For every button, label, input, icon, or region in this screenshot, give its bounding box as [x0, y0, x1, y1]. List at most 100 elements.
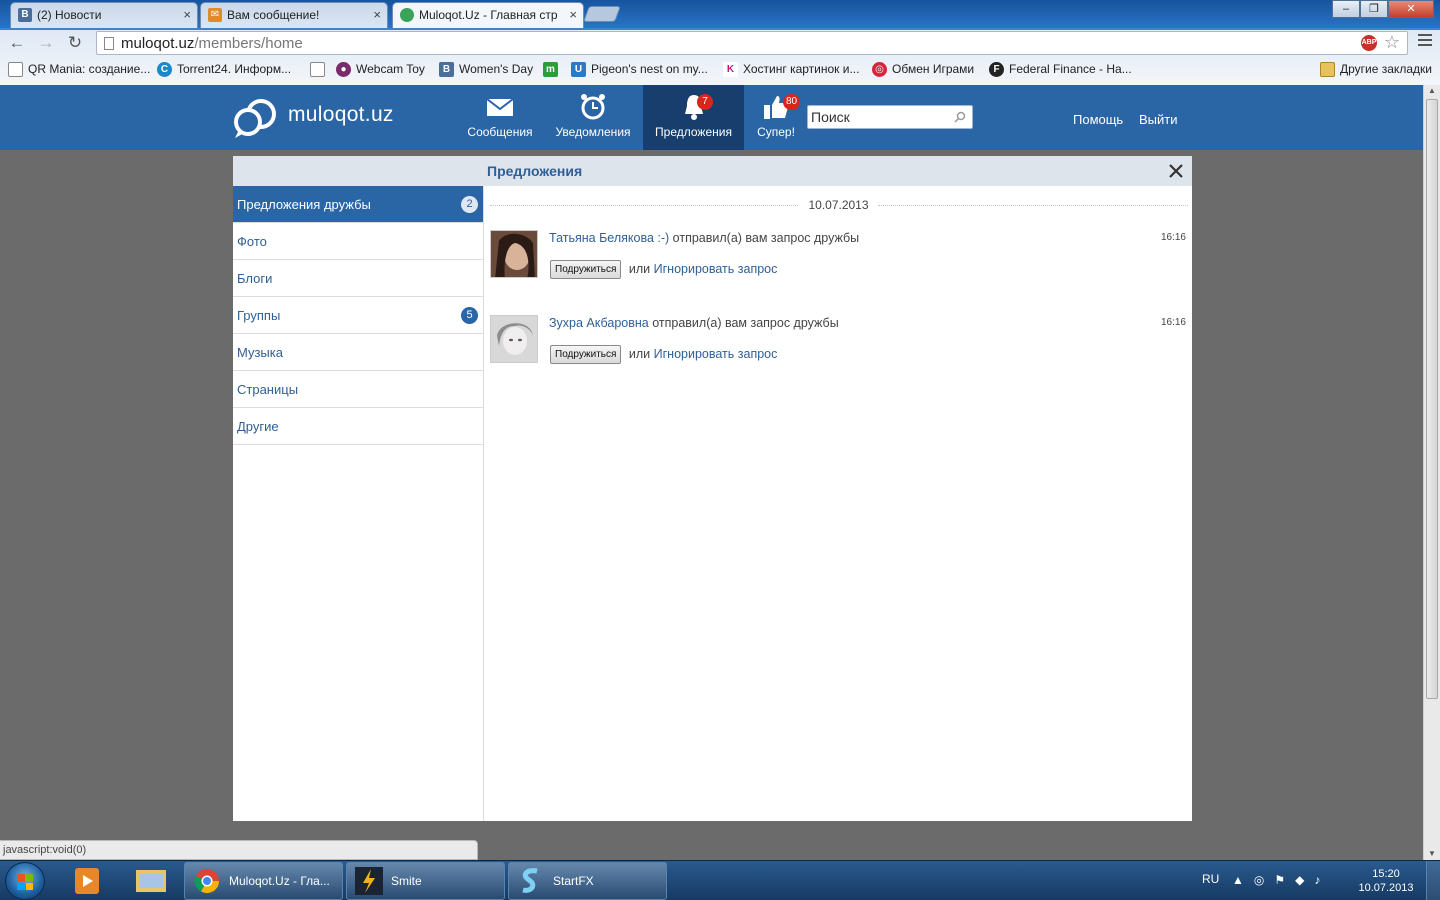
task-smite[interactable]: Smite — [346, 862, 505, 900]
system-tray: ▲ ◎ ⚑ ◆ ♪ — [1232, 873, 1320, 887]
tab-title: Вам сообщение! — [227, 8, 320, 22]
suggestions-content: 10.07.2013 Татьяна Белякова :-) отправил… — [485, 186, 1192, 821]
adblock-icon[interactable]: ABP — [1361, 35, 1377, 51]
bookmark-item[interactable]: K Хостинг картинок и... — [723, 62, 860, 77]
explorer-icon[interactable] — [126, 863, 176, 899]
suggestions-sidebar: Предложения дружбы 2 Фото Блоги Группы 5… — [233, 186, 484, 821]
sidebar-item-pages[interactable]: Страницы — [233, 371, 483, 408]
nav-super[interactable]: 80 Супер! — [748, 85, 804, 150]
dropbox-icon[interactable]: ◆ — [1295, 873, 1304, 887]
bookmark-item[interactable]: ● Webcam Toy — [336, 62, 425, 77]
ignore-request-link[interactable]: Игнорировать запрос — [654, 262, 778, 276]
url-text: muloqot.uz/members/home — [121, 35, 303, 52]
modal-title: Предложения — [487, 163, 583, 179]
clock[interactable]: 15:20 10.07.2013 — [1353, 867, 1419, 895]
ignore-request-link[interactable]: Игнорировать запрос — [654, 347, 778, 361]
bookmark-label: Webcam Toy — [356, 62, 425, 76]
bookmark-item[interactable]: B Women's Day — [439, 62, 533, 77]
scroll-up-icon[interactable]: ▲ — [1424, 85, 1440, 97]
scrollbar-thumb[interactable] — [1426, 99, 1438, 699]
count-badge: 2 — [461, 196, 478, 213]
clock-date: 10.07.2013 — [1358, 882, 1414, 894]
bookmark-item[interactable]: ◎ Обмен Играми — [872, 62, 974, 77]
sidebar-item-label: Фото — [237, 234, 267, 249]
bookmark-label: Pigeon's nest on my... — [591, 62, 708, 76]
bookmark-star-icon[interactable]: ☆ — [1384, 32, 1400, 53]
sidebar-item-blogs[interactable]: Блоги — [233, 260, 483, 297]
url-path: /members/home — [194, 35, 303, 52]
start-button[interactable] — [5, 862, 45, 900]
search-input[interactable] — [808, 106, 948, 128]
add-friend-button[interactable]: Подружиться — [550, 345, 622, 364]
network-icon[interactable]: ◎ — [1254, 873, 1264, 887]
close-icon[interactable]: × — [569, 3, 577, 27]
close-window-button[interactable]: ✕ — [1388, 0, 1434, 18]
back-button[interactable]: ← — [6, 32, 28, 54]
nav-messages[interactable]: Сообщения — [460, 85, 540, 150]
friend-request: Зухра Акбаровна отправил(а) вам запрос д… — [485, 315, 1192, 375]
target-icon: ◎ — [872, 62, 887, 77]
bookmark-label: Federal Finance - На... — [1009, 62, 1132, 76]
show-desktop-button[interactable] — [1426, 861, 1440, 900]
date-separator: 10.07.2013 — [485, 196, 1192, 214]
scroll-down-icon[interactable]: ▼ — [1424, 848, 1440, 860]
forward-button[interactable]: → — [35, 32, 57, 54]
close-icon[interactable] — [1166, 161, 1186, 181]
avatar[interactable] — [490, 230, 538, 278]
request-actions: Подружиться или Игнорировать запрос — [550, 345, 777, 364]
task-startfx[interactable]: StartFX — [508, 862, 667, 900]
sidebar-item-friend-requests[interactable]: Предложения дружбы 2 — [233, 186, 483, 223]
status-bubble: javascript:void(0) — [0, 840, 478, 860]
tray-expand-icon[interactable]: ▲ — [1232, 873, 1244, 887]
bookmark-item[interactable]: C Torrent24. Информ... — [157, 62, 291, 77]
avatar-photo — [491, 316, 537, 362]
sidebar-item-music[interactable]: Музыка — [233, 334, 483, 371]
help-link[interactable]: Помощь — [1073, 112, 1123, 127]
muloqot-icon — [400, 8, 414, 22]
sidebar-item-other[interactable]: Другие — [233, 408, 483, 445]
site-header: muloqot.uz Сообщения Уведомления 7 Предл… — [0, 85, 1423, 150]
nav-suggestions[interactable]: 7 Предложения — [643, 85, 744, 150]
bookmark-label: Хостинг картинок и... — [743, 62, 860, 76]
tab-news[interactable]: B (2) Новости × — [10, 2, 198, 28]
language-indicator[interactable]: RU — [1202, 872, 1219, 886]
tab-title: Muloqot.Uz - Главная стр — [419, 8, 558, 22]
task-label: StartFX — [553, 874, 594, 888]
tab-message[interactable]: ✉ Вам сообщение! × — [200, 2, 388, 28]
federal-icon: F — [989, 62, 1004, 77]
page-scrollbar[interactable]: ▲ ▼ — [1423, 85, 1440, 860]
volume-icon[interactable]: ♪ — [1314, 873, 1320, 887]
task-label: Muloqot.Uz - Гла... — [229, 874, 330, 888]
search-icon[interactable] — [954, 111, 966, 123]
action-center-icon[interactable]: ⚑ — [1274, 873, 1285, 887]
nav-notifications[interactable]: Уведомления — [548, 85, 638, 150]
site-search — [807, 105, 973, 129]
requester-name-link[interactable]: Татьяна Белякова :-) — [549, 231, 669, 245]
task-chrome[interactable]: Muloqot.Uz - Гла... — [184, 862, 343, 900]
close-icon[interactable]: × — [183, 3, 191, 27]
bookmark-item[interactable]: F Federal Finance - На... — [989, 62, 1132, 77]
windows-logo-icon — [17, 874, 33, 890]
add-friend-button[interactable]: Подружиться — [550, 260, 622, 279]
other-bookmarks[interactable]: Другие закладки — [1320, 62, 1432, 77]
avatar[interactable] — [490, 315, 538, 363]
restore-button[interactable]: ❐ — [1360, 0, 1388, 18]
url-domain: muloqot.uz — [121, 35, 195, 52]
requester-name-link[interactable]: Зухра Акбаровна — [549, 316, 649, 330]
address-bar[interactable]: muloqot.uz/members/home ABP ☆ — [96, 31, 1408, 55]
media-player-icon[interactable] — [62, 863, 112, 899]
minimize-button[interactable]: – — [1332, 0, 1360, 18]
task-label: Smite — [391, 874, 422, 888]
bookmark-item[interactable]: QR Mania: создание... — [8, 62, 150, 77]
sidebar-item-groups[interactable]: Группы 5 — [233, 297, 483, 334]
new-tab-button[interactable] — [583, 6, 621, 22]
reload-button[interactable]: ↻ — [64, 32, 86, 54]
request-time: 16:16 — [1160, 317, 1186, 328]
bookmark-item[interactable]: U Pigeon's nest on my... — [571, 62, 708, 77]
sidebar-item-photo[interactable]: Фото — [233, 223, 483, 260]
tab-muloqot[interactable]: Muloqot.Uz - Главная стр × — [392, 2, 584, 28]
request-text: Зухра Акбаровна отправил(а) вам запрос д… — [549, 316, 839, 330]
menu-icon[interactable] — [1418, 34, 1432, 48]
logout-link[interactable]: Выйти — [1139, 112, 1178, 127]
close-icon[interactable]: × — [373, 3, 381, 27]
